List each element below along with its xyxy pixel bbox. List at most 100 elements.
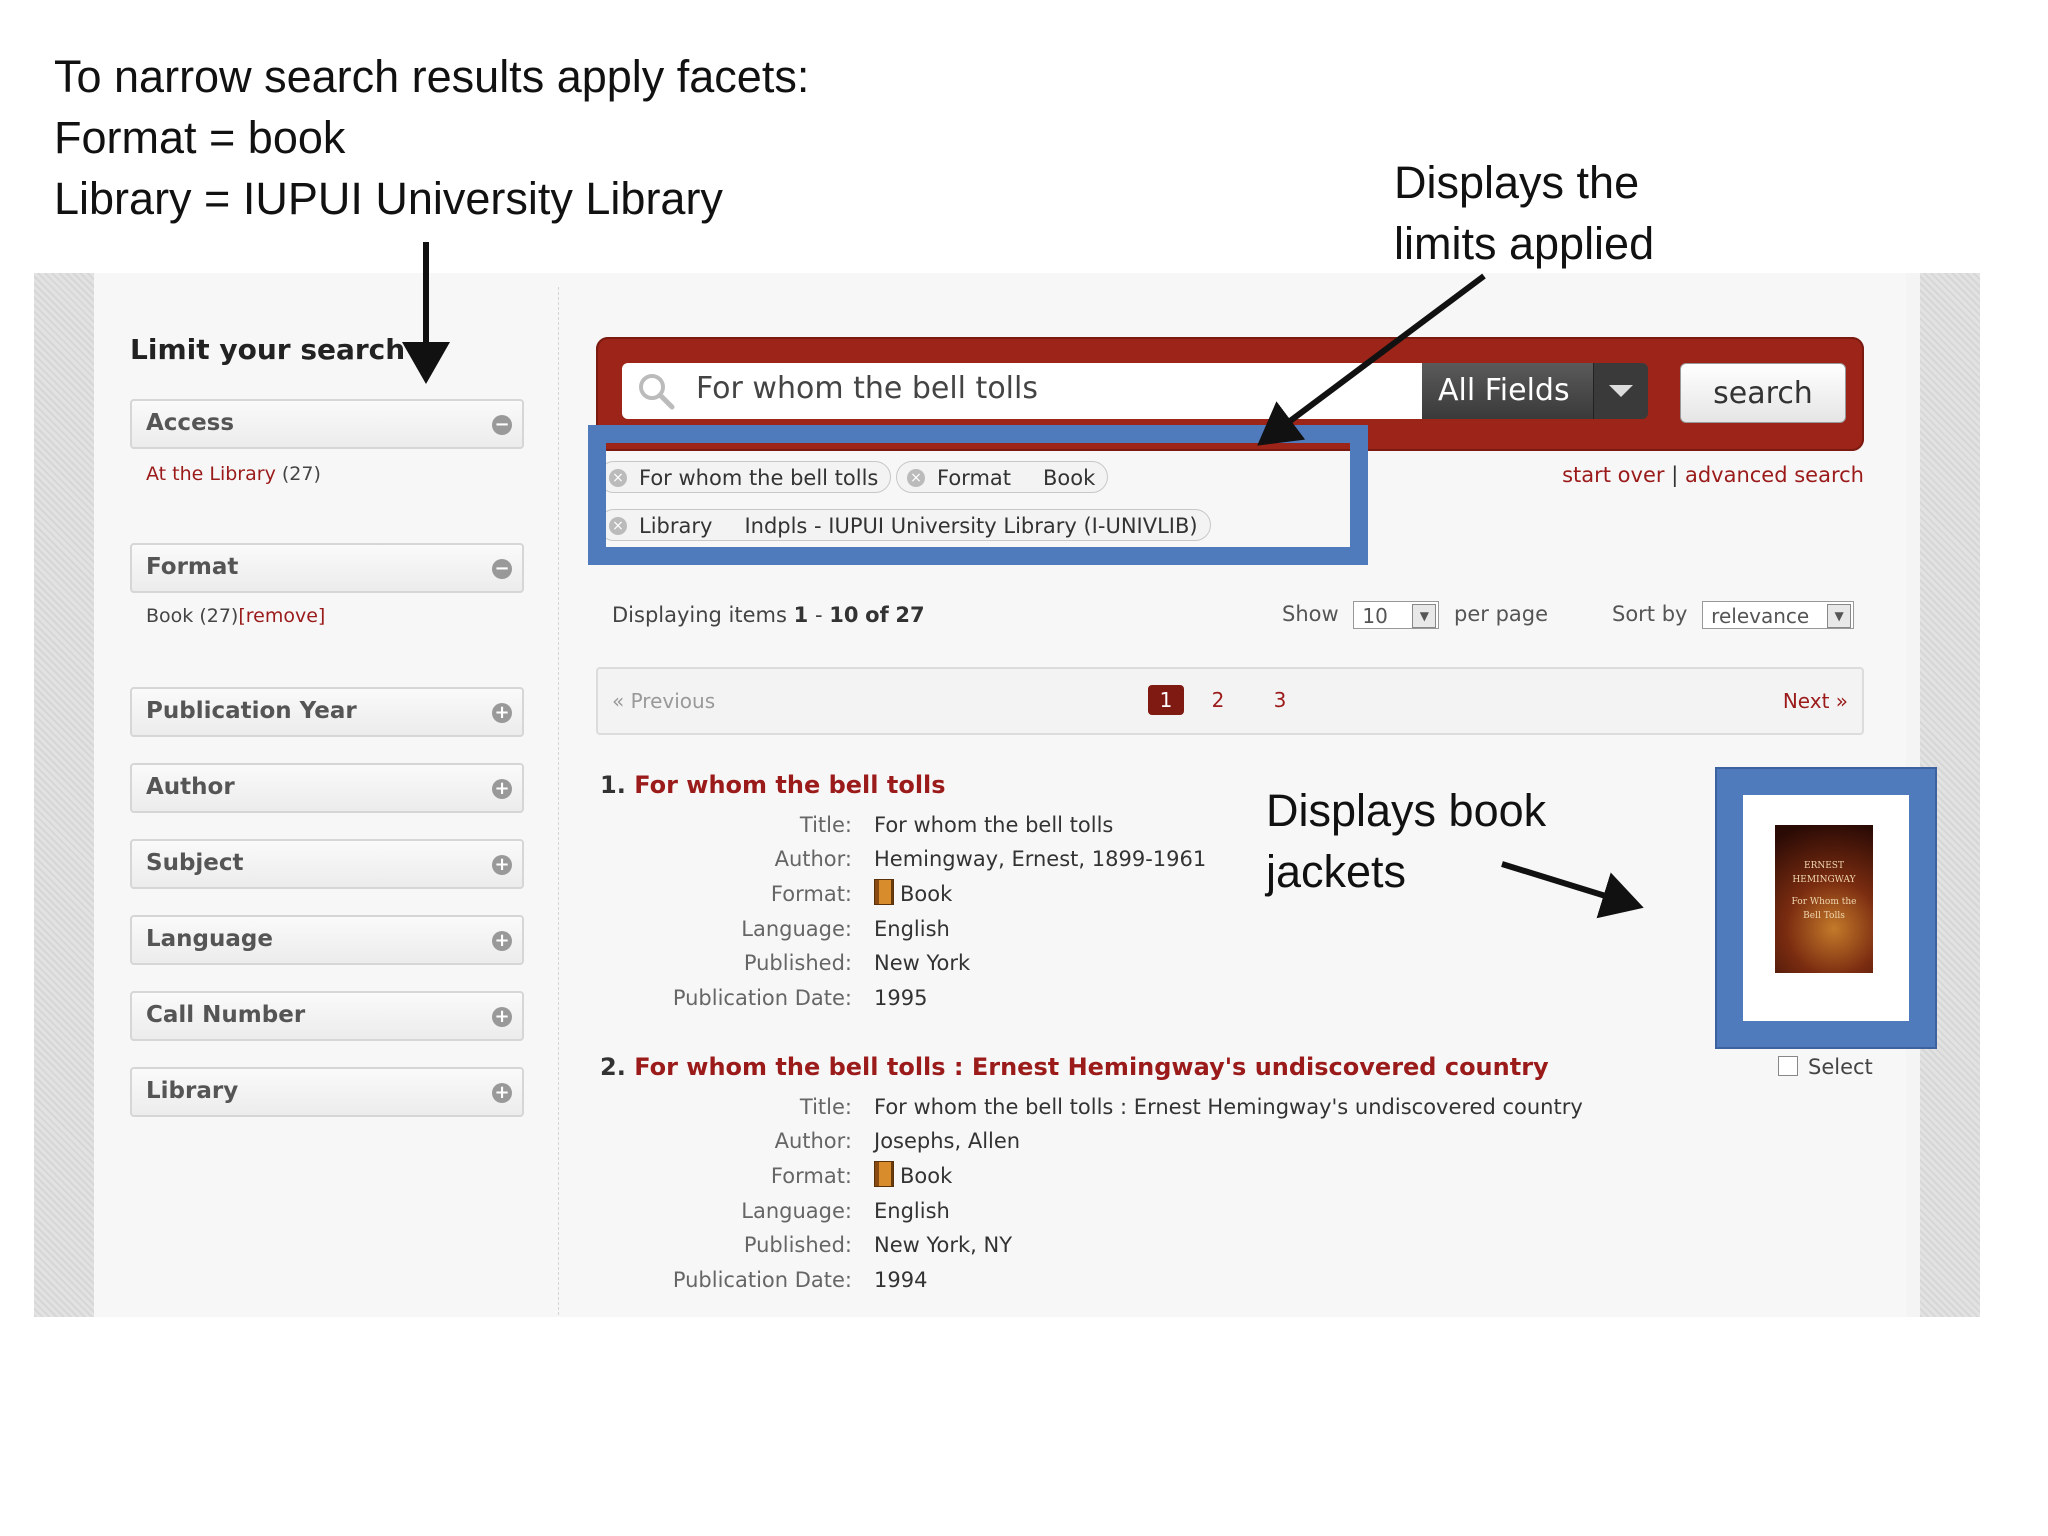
- field-value: English: [874, 917, 950, 941]
- field-value: 1994: [874, 1268, 928, 1292]
- field-key: Author:: [774, 847, 852, 871]
- search-input[interactable]: For whom the bell tolls: [622, 363, 1422, 419]
- field-key: Language:: [741, 917, 852, 941]
- remove-link[interactable]: [remove]: [238, 605, 325, 627]
- expand-icon[interactable]: +: [492, 931, 512, 951]
- field-value: English: [874, 1199, 950, 1223]
- cover-text: ERNEST: [1804, 861, 1844, 871]
- facet-label: Subject: [146, 850, 244, 876]
- select-checkbox[interactable]: Select: [1778, 1055, 1873, 1079]
- annotation-limits: Displays the limits applied: [1394, 152, 1654, 274]
- annotation-facets: To narrow search results apply facets: F…: [54, 46, 809, 229]
- results-dash: -: [814, 603, 823, 627]
- field-key: Language:: [741, 1199, 852, 1223]
- limit-search-title: Limit your search: [130, 333, 406, 366]
- field-key: Format:: [770, 882, 852, 906]
- facet-format[interactable]: Format −: [130, 543, 524, 593]
- chevron-down-icon[interactable]: ▼: [1827, 604, 1852, 628]
- facet-value-link[interactable]: At the Library: [146, 463, 276, 485]
- catalog-screenshot: Limit your search Access − At the Librar…: [34, 273, 1980, 1317]
- chevron-down-icon[interactable]: ▼: [1412, 604, 1437, 628]
- checkbox[interactable]: [1778, 1056, 1798, 1076]
- facet-publication-year[interactable]: Publication Year +: [130, 687, 524, 737]
- collapse-icon[interactable]: −: [492, 415, 512, 435]
- per-page-control: Show 10 ▼ per page: [1282, 601, 1548, 629]
- field-value: 1995: [874, 986, 928, 1010]
- results-count: Displaying items 1 - 10 of 27: [612, 603, 925, 627]
- annotation-line: Displays the: [1394, 157, 1640, 208]
- search-query: For whom the bell tolls: [696, 371, 1038, 406]
- per-page-label: per page: [1454, 602, 1549, 626]
- previous-link[interactable]: « Previous: [612, 689, 715, 713]
- per-page-select[interactable]: 10 ▼: [1353, 601, 1440, 629]
- result-title-link[interactable]: For whom the bell tolls : Ernest Hemingw…: [634, 1053, 1549, 1081]
- facet-value-access[interactable]: At the Library (27): [146, 463, 321, 485]
- results-total: 27: [895, 603, 925, 627]
- field-key: Publication Date:: [672, 1268, 852, 1292]
- facet-library[interactable]: Library +: [130, 1067, 524, 1117]
- facet-author[interactable]: Author +: [130, 763, 524, 813]
- page-2[interactable]: 2: [1200, 685, 1236, 715]
- facet-value-format: Book (27)[remove]: [146, 605, 325, 627]
- pagination: « Previous 1 2 3 Next »: [596, 667, 1864, 735]
- field-key: Format:: [770, 1164, 852, 1188]
- results-start: 1: [793, 603, 809, 627]
- search-icon: [639, 374, 675, 410]
- field-value: For whom the bell tolls: [874, 813, 1114, 837]
- facet-access[interactable]: Access −: [130, 399, 524, 449]
- results-prefix: Displaying items: [612, 603, 787, 627]
- field-key: Title:: [799, 813, 852, 837]
- facet-value-text: Book (27): [146, 605, 239, 627]
- facet-call-number[interactable]: Call Number +: [130, 991, 524, 1041]
- link-separator: |: [1671, 463, 1679, 487]
- annotation-line: Displays book: [1266, 785, 1547, 836]
- cover-text: HEMINGWAY: [1792, 875, 1856, 885]
- sort-control: Sort by relevance ▼: [1612, 601, 1855, 629]
- sort-select[interactable]: relevance ▼: [1702, 601, 1855, 629]
- collapse-icon[interactable]: −: [492, 559, 512, 579]
- facet-label: Call Number: [146, 1002, 306, 1028]
- facet-label: Access: [146, 410, 235, 436]
- next-link[interactable]: Next »: [1783, 689, 1848, 713]
- field-key: Published:: [743, 1233, 852, 1257]
- sort-label: Sort by: [1612, 602, 1688, 626]
- expand-icon[interactable]: +: [492, 1083, 512, 1103]
- facet-label: Publication Year: [146, 698, 357, 724]
- facet-label: Format: [146, 554, 239, 580]
- book-jacket[interactable]: ERNEST HEMINGWAY For Whom the Bell Tolls: [1743, 795, 1909, 1021]
- field-key: Title:: [799, 1095, 852, 1119]
- search-field-select[interactable]: All Fields: [1422, 363, 1648, 419]
- expand-icon[interactable]: +: [492, 855, 512, 875]
- result-title-link[interactable]: For whom the bell tolls: [634, 771, 945, 799]
- field-value: For whom the bell tolls : Ernest Hemingw…: [874, 1095, 1583, 1119]
- advanced-search-link[interactable]: advanced search: [1685, 463, 1864, 487]
- results-end: 10: [829, 603, 859, 627]
- search-field-value: All Fields: [1438, 373, 1570, 408]
- annotation-line: Format = book: [54, 112, 346, 163]
- annotation-line: Library = IUPUI University Library: [54, 173, 723, 224]
- expand-icon[interactable]: +: [492, 1007, 512, 1027]
- start-over-link[interactable]: start over: [1562, 463, 1664, 487]
- annotation-line: jackets: [1266, 846, 1407, 897]
- field-value: Book: [900, 1164, 953, 1188]
- facet-count: (27): [281, 463, 321, 485]
- chevron-down-icon[interactable]: [1593, 363, 1648, 419]
- select-label: Select: [1808, 1055, 1873, 1079]
- results-of: of: [865, 603, 889, 627]
- facet-subject[interactable]: Subject +: [130, 839, 524, 889]
- annotation-line: To narrow search results apply facets:: [54, 51, 810, 102]
- search-button[interactable]: search: [1680, 363, 1846, 423]
- result-title[interactable]: 1. For whom the bell tolls: [600, 771, 946, 799]
- page-3[interactable]: 3: [1262, 685, 1298, 715]
- facet-language[interactable]: Language +: [130, 915, 524, 965]
- expand-icon[interactable]: +: [492, 779, 512, 799]
- facet-label: Library: [146, 1078, 239, 1104]
- field-value: New York: [874, 951, 971, 975]
- field-value: Josephs, Allen: [874, 1129, 1021, 1153]
- result-title[interactable]: 2. For whom the bell tolls : Ernest Hemi…: [600, 1053, 1549, 1081]
- field-value: New York, NY: [874, 1233, 1013, 1257]
- book-jacket-highlight: ERNEST HEMINGWAY For Whom the Bell Tolls: [1715, 767, 1937, 1049]
- page-1[interactable]: 1: [1148, 685, 1184, 715]
- expand-icon[interactable]: +: [492, 703, 512, 723]
- top-links: start over | advanced search: [1562, 463, 1864, 487]
